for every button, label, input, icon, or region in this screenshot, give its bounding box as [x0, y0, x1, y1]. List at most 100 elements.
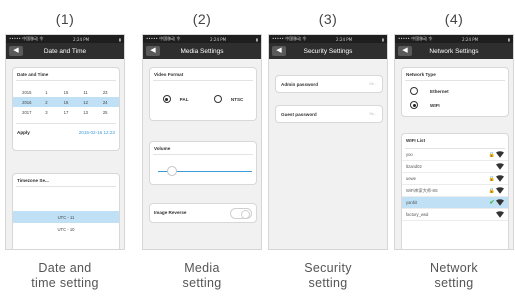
wifi-network-row[interactable]: factory_wsd	[402, 209, 508, 221]
apply-row: Apply 2016-02-16 12:23	[13, 127, 119, 138]
clock: 2:24 PM	[462, 36, 479, 42]
timezone-option[interactable]: UTC - 10	[13, 223, 119, 235]
volume-slider-thumb[interactable]	[167, 166, 178, 176]
wifi-signal-icon	[496, 151, 504, 158]
divider	[153, 80, 253, 81]
day: 17	[63, 109, 69, 115]
minute: 25	[102, 109, 108, 115]
radio-checked-icon	[162, 95, 171, 103]
row-hint: Se...	[369, 82, 377, 86]
timezone-wheel[interactable]: UTC - 11 UTC - 10	[13, 211, 119, 235]
status-bar: ••••• 中国移动 令 2:24 PM ▮	[6, 35, 124, 43]
divider	[405, 80, 505, 81]
wifi-list-card: WIFI List yoo 🔒 ltzand02 uewe 🔒 WiFi库家大师-8S 🔒 y…	[401, 133, 509, 249]
back-button[interactable]: ◀	[9, 46, 23, 56]
status-bar: ••••• 中国移动 令 2:24 PM ▮	[143, 35, 261, 43]
radio-ntsc[interactable]: NTSC	[213, 95, 243, 103]
panel-number: (4)	[444, 11, 464, 27]
caption-line: Media	[184, 261, 220, 275]
hour: 12	[83, 99, 88, 105]
year: 2017	[22, 109, 32, 115]
month: 3	[45, 109, 48, 115]
nav-bar: ◀ Date and Time	[6, 43, 124, 59]
date-row-selected[interactable]: 2016 2 16 12 24	[13, 97, 119, 107]
panel-caption: Media setting	[142, 261, 262, 291]
phone-screen: ••••• 中国移动 令 2:24 PM ▮ ◀ Network Setting…	[394, 34, 514, 250]
clock: 2:24 PM	[210, 36, 227, 42]
wifi-network-row[interactable]: yanbit ✔	[402, 197, 508, 209]
radio-unchecked-icon	[213, 95, 222, 103]
minute: 24	[102, 99, 108, 105]
wifi-list: yoo 🔒 ltzand02 uewe 🔒 WiFi库家大师-8S 🔒 yanbit ✔ fact…	[402, 149, 508, 221]
admin-password-row[interactable]: Admin password Se...	[275, 75, 383, 93]
clock: 2:24 PM	[336, 36, 353, 42]
wifi-network-row[interactable]: yoo 🔒	[402, 149, 508, 161]
wifi-network-row[interactable]: WiFi库家大师-8S 🔒	[402, 185, 508, 197]
date-row[interactable]: 2017 3 17 13 25	[13, 107, 119, 117]
minute: 23	[102, 89, 108, 95]
card-title: Video Format	[154, 72, 184, 77]
back-arrow-icon: ◀	[402, 47, 408, 54]
caption-line: Network	[430, 261, 478, 275]
card-title: WIFI List	[406, 138, 426, 143]
year: 2015	[22, 89, 32, 95]
back-arrow-icon: ◀	[13, 47, 19, 54]
date-wheel[interactable]: 2015 1 15 11 23 2016 2 16 12 24 2017 3 1…	[13, 87, 119, 117]
apply-button[interactable]: Apply	[17, 130, 30, 135]
month: 1	[45, 89, 48, 95]
card-title: Timezone Se...	[17, 178, 49, 183]
panel-caption: Network setting	[394, 261, 514, 291]
guest-password-row[interactable]: Guest password Se...	[275, 105, 383, 123]
carrier: ••••• 中国移动 令	[272, 36, 307, 41]
wifi-signal-icon	[496, 175, 504, 182]
caption-line: setting	[434, 276, 474, 290]
battery-icon: ▮	[507, 36, 510, 42]
phone-screen: ••••• 中国移动 令 2:24 PM ▮ ◀ Date and Time D…	[5, 34, 125, 250]
caption-line: time setting	[31, 276, 99, 290]
radio-pal[interactable]: PAL	[162, 95, 189, 103]
current-datetime: 2016-02-16 12:23	[78, 130, 115, 135]
lock-icon: 🔒	[488, 175, 496, 182]
back-button[interactable]: ◀	[398, 46, 412, 56]
image-reverse-toggle[interactable]	[230, 208, 252, 219]
panel-security: (3) ••••• 中国移动 令 2:24 PM ▮ ◀ Security Se…	[268, 0, 388, 300]
divider	[16, 123, 116, 124]
panel-caption: Security setting	[268, 261, 388, 291]
panel-number: (3)	[318, 11, 338, 27]
status-bar: ••••• 中国移动 令 2:24 PM ▮	[395, 35, 513, 43]
wifi-signal-icon	[496, 163, 504, 170]
panel-caption: Date and time setting	[5, 261, 125, 291]
panel-number: (1)	[55, 11, 75, 27]
nav-bar: ◀ Security Settings	[269, 43, 387, 59]
admin-password-label: Admin password	[281, 81, 319, 87]
battery-icon: ▮	[381, 36, 384, 42]
panel-date-time: (1) ••••• 中国移动 令 2:24 PM ▮ ◀ Date and Ti…	[5, 0, 125, 300]
wifi-signal-icon	[496, 187, 504, 194]
page-title: Security Settings	[303, 47, 353, 55]
radio-wifi[interactable]: WIFI	[402, 98, 508, 112]
wifi-network-row[interactable]: uewe 🔒	[402, 173, 508, 185]
nav-bar: ◀ Network Settings	[395, 43, 513, 59]
caption-line: setting	[182, 276, 222, 290]
date-row[interactable]: 2015 1 15 11 23	[13, 87, 119, 97]
timezone-option-selected[interactable]: UTC - 11	[13, 211, 119, 223]
format-options: PAL NTSC	[150, 95, 256, 103]
radio-ethernet[interactable]: Ethernet	[402, 84, 508, 98]
radio-unchecked-icon	[410, 87, 418, 95]
toggle-knob	[241, 209, 250, 219]
carrier: ••••• 中国移动 令	[9, 36, 44, 41]
back-button[interactable]: ◀	[146, 46, 160, 56]
video-format-card: Video Format PAL NTSC	[149, 67, 257, 121]
wifi-signal-icon	[496, 199, 504, 206]
caption-line: Security	[304, 261, 352, 275]
nav-bar: ◀ Media Settings	[143, 43, 261, 59]
phone-screen: ••••• 中国移动 令 2:24 PM ▮ ◀ Security Settin…	[268, 34, 388, 250]
back-button[interactable]: ◀	[272, 46, 286, 56]
page-title: Date and Time	[43, 47, 87, 55]
caption-line: Date and	[38, 261, 92, 275]
image-reverse-card: Image Reverse	[149, 203, 257, 223]
battery-icon: ▮	[255, 36, 258, 42]
radio-label: Ethernet	[430, 88, 449, 94]
wifi-network-row[interactable]: ltzand02	[402, 161, 508, 173]
year: 2016	[22, 99, 32, 105]
